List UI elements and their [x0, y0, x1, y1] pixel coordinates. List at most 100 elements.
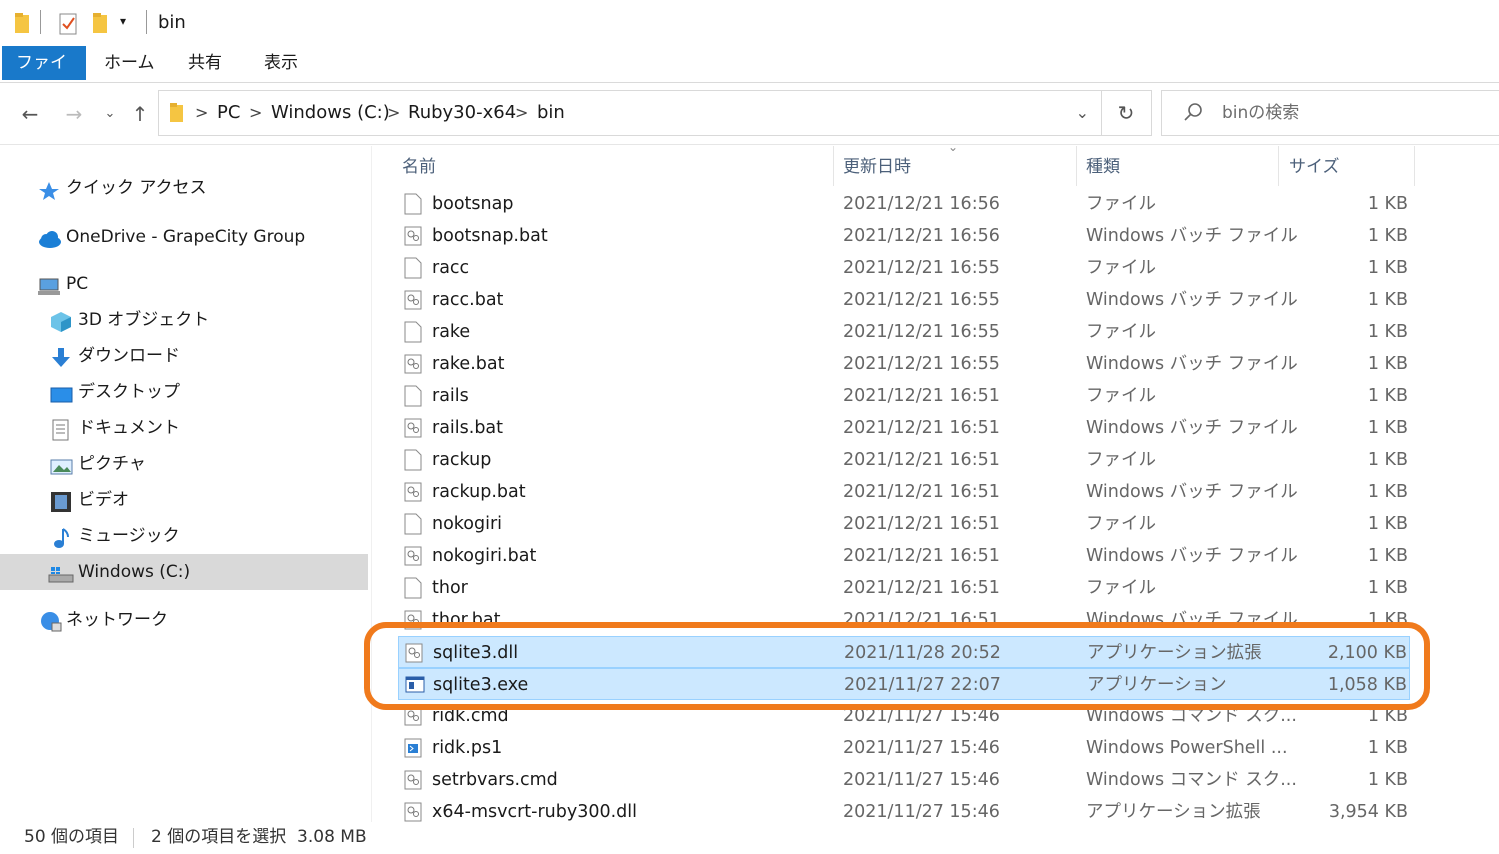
- breadcrumb-separator[interactable]: >: [515, 91, 528, 135]
- forward-button[interactable]: →: [60, 100, 88, 128]
- chevron-down-icon[interactable]: ⌄: [1076, 91, 1089, 135]
- pc-icon: [38, 274, 60, 295]
- file-row[interactable]: bootsnap.bat 2021/12/21 16:56 Windows バッチ …: [398, 220, 1410, 252]
- file-row[interactable]: rails.bat 2021/12/21 16:51 Windows バッチ ファイ…: [398, 412, 1410, 444]
- column-header-type[interactable]: 種類: [1086, 146, 1120, 188]
- file-date: 2021/12/21 16:51: [843, 482, 1000, 502]
- file-date: 2021/11/27 15:46: [843, 738, 1000, 758]
- file-type: ファイル: [1086, 450, 1156, 470]
- file-date: 2021/11/27 15:46: [843, 770, 1000, 790]
- star-icon: [38, 178, 60, 200]
- file-type: Windows バッチ ファイル: [1086, 290, 1298, 310]
- video-icon: [50, 490, 72, 512]
- file-row[interactable]: rails 2021/12/21 16:51 ファイル 1 KB: [398, 380, 1410, 412]
- search-placeholder: binの検索: [1222, 103, 1300, 123]
- batch-icon: [404, 289, 422, 311]
- breadcrumb-bin[interactable]: bin: [537, 91, 565, 135]
- file-type: ファイル: [1086, 258, 1156, 278]
- file-name: rails: [432, 386, 469, 406]
- file-name: racc: [432, 258, 470, 278]
- status-divider: [133, 828, 134, 848]
- properties-icon[interactable]: [58, 12, 80, 41]
- file-row[interactable]: ridk.ps1 2021/11/27 15:46 Windows PowerShe…: [398, 732, 1410, 764]
- toolbar-divider: [40, 10, 41, 34]
- file-icon: [404, 449, 422, 471]
- file-row[interactable]: nokogiri.bat 2021/12/21 16:51 Windows バッチ …: [398, 540, 1410, 572]
- column-header-name[interactable]: 名前: [402, 146, 436, 188]
- file-row[interactable]: x64-msvcrt-ruby300.dll 2021/11/27 15:46 アプ…: [398, 796, 1410, 822]
- file-date: 2021/12/21 16:56: [843, 226, 1000, 246]
- file-date: 2021/12/21 16:51: [843, 386, 1000, 406]
- file-date: 2021/12/21 16:56: [843, 194, 1000, 214]
- breadcrumb-ruby[interactable]: Ruby30-x64: [408, 91, 516, 135]
- column-divider[interactable]: [1278, 146, 1279, 186]
- file-name: rake.bat: [432, 354, 505, 374]
- file-size: 1 KB: [1367, 386, 1408, 406]
- file-size: 1 KB: [1367, 578, 1408, 598]
- file-name: bootsnap.bat: [432, 226, 548, 246]
- breadcrumb-pc[interactable]: PC: [217, 91, 240, 135]
- column-divider[interactable]: [1076, 146, 1077, 186]
- file-row[interactable]: rackup.bat 2021/12/21 16:51 Windows バッチ ファ…: [398, 476, 1410, 508]
- file-row[interactable]: setrbvars.cmd 2021/11/27 15:46 Windows コマン…: [398, 764, 1410, 796]
- folder-icon: [169, 102, 185, 129]
- file-date: 2021/12/21 16:55: [843, 322, 1000, 342]
- file-size: 1 KB: [1367, 322, 1408, 342]
- powershell-icon: [404, 737, 422, 759]
- file-size: 1 KB: [1367, 482, 1408, 502]
- column-header-date[interactable]: 更新日時: [843, 146, 911, 188]
- file-size: 1 KB: [1367, 194, 1408, 214]
- file-size: 1 KB: [1367, 226, 1408, 246]
- column-divider[interactable]: [1414, 146, 1415, 186]
- file-row[interactable]: thor 2021/12/21 16:51 ファイル 1 KB: [398, 572, 1410, 604]
- file-name: rackup: [432, 450, 492, 470]
- file-row[interactable]: bootsnap 2021/12/21 16:56 ファイル 1 KB: [398, 188, 1410, 220]
- file-name: rackup.bat: [432, 482, 526, 502]
- file-type: ファイル: [1086, 322, 1156, 342]
- nav-item-windows-c[interactable]: Windows (C:): [0, 554, 368, 590]
- tab-home[interactable]: ホーム: [90, 46, 169, 80]
- file-type: Windows バッチ ファイル: [1086, 354, 1298, 374]
- tab-file[interactable]: ファイル: [2, 46, 86, 107]
- pane-divider[interactable]: [371, 146, 372, 822]
- batch-icon: [404, 545, 422, 567]
- file-row[interactable]: racc 2021/12/21 16:55 ファイル 1 KB: [398, 252, 1410, 284]
- refresh-button[interactable]: ↻: [1101, 90, 1152, 136]
- batch-icon: [404, 225, 422, 247]
- breadcrumb-separator[interactable]: >: [195, 91, 208, 135]
- up-button[interactable]: ↑: [126, 100, 154, 128]
- music-icon: [50, 526, 72, 548]
- file-icon: [404, 257, 422, 279]
- file-row[interactable]: rackup 2021/12/21 16:51 ファイル 1 KB: [398, 444, 1410, 476]
- file-row[interactable]: rake 2021/12/21 16:55 ファイル 1 KB: [398, 316, 1410, 348]
- picture-icon: [50, 454, 73, 475]
- breadcrumb-separator[interactable]: >: [387, 91, 400, 135]
- back-button[interactable]: ←: [16, 100, 44, 128]
- file-row[interactable]: racc.bat 2021/12/21 16:55 Windows バッチ ファイル…: [398, 284, 1410, 316]
- file-row[interactable]: rake.bat 2021/12/21 16:55 Windows バッチ ファイル…: [398, 348, 1410, 380]
- item-count: 50 個の項目: [24, 827, 120, 847]
- file-size: 1 KB: [1367, 514, 1408, 534]
- column-divider[interactable]: [833, 146, 834, 186]
- navigation-pane: クイック アクセス OneDrive - GrapeCity Group PC …: [0, 146, 370, 822]
- file-size: 1 KB: [1367, 290, 1408, 310]
- address-bar[interactable]: > PC > Windows (C:) > Ruby30-x64 > bin ⌄: [158, 90, 1102, 136]
- file-size: 1 KB: [1367, 354, 1408, 374]
- batch-icon: [404, 481, 422, 503]
- tab-view[interactable]: 表示: [250, 46, 312, 80]
- column-header-size[interactable]: サイズ: [1289, 146, 1340, 188]
- breadcrumb-separator[interactable]: >: [249, 91, 262, 135]
- search-input[interactable]: binの検索: [1161, 90, 1499, 136]
- recent-locations-button[interactable]: ⌄: [96, 100, 124, 128]
- file-row[interactable]: nokogiri 2021/12/21 16:51 ファイル 1 KB: [398, 508, 1410, 540]
- file-size: 3,954 KB: [1328, 802, 1408, 822]
- file-date: 2021/12/21 16:51: [843, 418, 1000, 438]
- breadcrumb-drive[interactable]: Windows (C:): [271, 91, 390, 135]
- tab-share[interactable]: 共有: [174, 46, 236, 80]
- file-date: 2021/11/27 15:46: [843, 802, 1000, 822]
- new-folder-icon[interactable]: [92, 12, 110, 39]
- customize-toolbar-icon[interactable]: ▾: [120, 14, 126, 28]
- file-date: 2021/12/21 16:51: [843, 546, 1000, 566]
- cloud-icon: [36, 227, 61, 248]
- file-name: rails.bat: [432, 418, 504, 438]
